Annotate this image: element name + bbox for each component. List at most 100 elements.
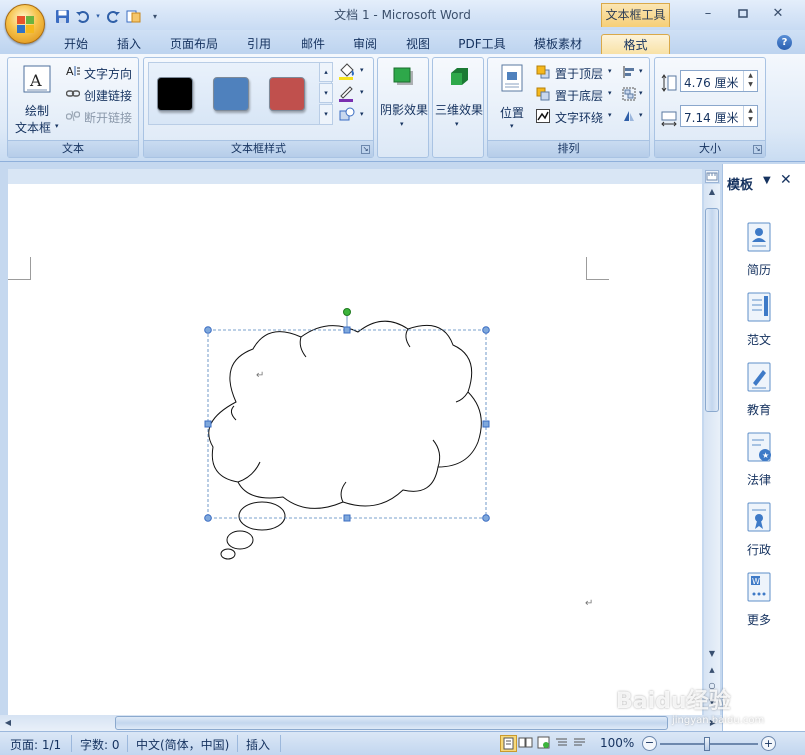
pane-item-sample[interactable]: 范文 <box>723 292 795 348</box>
horizontal-scroll-thumb[interactable] <box>115 716 668 730</box>
office-button[interactable] <box>5 4 45 44</box>
pane-header: 模板 ▼ ✕ <box>723 164 805 198</box>
horizontal-scrollbar[interactable]: ◀ ▶ <box>0 715 722 731</box>
resize-handle-top[interactable] <box>343 326 351 334</box>
bring-front-button[interactable]: 置于顶层 ▾ <box>536 63 616 82</box>
resize-handle-bottom[interactable] <box>343 514 351 522</box>
draw-textbox-button[interactable]: A 绘制 文本框 ▾ <box>11 62 63 135</box>
threed-effects-button[interactable]: 三维效果 ▾ <box>434 60 484 130</box>
chevron-down-icon: ▾ <box>510 122 514 130</box>
height-spinner[interactable]: ▲ ▼ <box>743 71 757 91</box>
position-button[interactable]: 位置 ▾ <box>491 62 533 132</box>
tab-insert[interactable]: 插入 <box>108 34 150 55</box>
text-group-label: 文本 <box>8 140 138 157</box>
resize-handle-right[interactable] <box>482 420 490 428</box>
resize-handle-bottom-left[interactable] <box>204 514 212 522</box>
group-button[interactable]: ▾ <box>620 85 648 104</box>
tab-view[interactable]: 视图 <box>397 34 439 55</box>
scroll-down-button[interactable]: ▼ <box>704 646 720 662</box>
pane-item-resume[interactable]: 简历 <box>723 222 795 278</box>
browse-object-button[interactable]: ○ <box>704 678 720 694</box>
shape-width-field[interactable]: 7.14 厘米 ▲ ▼ <box>680 105 758 127</box>
text-direction-button[interactable]: A 文字方向 <box>66 62 138 81</box>
help-button[interactable]: ? <box>777 35 792 50</box>
status-bar: 页面: 1/1 字数: 0 中文(简体，中国) 插入 100% − + <box>0 731 805 755</box>
tab-review[interactable]: 审阅 <box>344 34 386 55</box>
resize-handle-bottom-right[interactable] <box>482 514 490 522</box>
group-objects-icon <box>622 87 636 101</box>
zoom-out-button[interactable]: − <box>642 736 657 751</box>
change-shape-button[interactable]: ▾ <box>338 106 368 126</box>
pane-menu-dropdown[interactable]: ▼ <box>763 175 771 186</box>
tab-templates[interactable]: 模板素材 <box>527 34 589 55</box>
draft-view-button[interactable] <box>572 735 589 752</box>
web-layout-button[interactable] <box>536 735 553 752</box>
zoom-level[interactable]: 100% <box>600 736 634 750</box>
pane-item-admin[interactable]: 行政 <box>723 502 795 558</box>
gallery-expand[interactable]: ▾ <box>319 104 333 125</box>
vertical-scroll-thumb[interactable] <box>705 208 719 412</box>
zoom-slider-thumb[interactable] <box>704 737 710 751</box>
chevron-down-icon: ▾ <box>639 111 643 119</box>
vertical-scrollbar[interactable]: ▲ ▼ ▲ ○ ▼ <box>704 184 720 715</box>
arrange-group: 位置 ▾ 置于顶层 ▾ 置于底层 ▾ 文字环绕 ▾ ▾ ▾ ▾ 排列 <box>487 57 650 158</box>
cloud-outline <box>208 320 482 509</box>
shape-height-field[interactable]: 4.76 厘米 ▲ ▼ <box>680 70 758 92</box>
style-swatch-black[interactable] <box>157 77 193 111</box>
dialog-launcher[interactable]: ↘ <box>361 145 370 154</box>
align-button[interactable]: ▾ <box>620 63 648 82</box>
text-wrap-button[interactable]: 文字环绕 ▾ <box>536 107 616 126</box>
style-swatch-red[interactable] <box>269 77 305 111</box>
send-back-button[interactable]: 置于底层 ▾ <box>536 85 616 104</box>
rotate-button[interactable]: ▾ <box>620 107 648 126</box>
arrange-group-label: 排列 <box>488 140 649 157</box>
break-link-button[interactable]: 断开链接 <box>66 106 138 125</box>
close-button[interactable]: ✕ <box>763 3 793 23</box>
full-screen-reading-button[interactable] <box>518 735 535 752</box>
pane-item-education[interactable]: 教育 <box>723 362 795 418</box>
shadow-effects-button[interactable]: 阴影效果 ▾ <box>379 60 429 130</box>
shape-fill-button[interactable]: ▾ <box>338 62 368 82</box>
document-page[interactable]: ↵ ↵ <box>8 184 702 715</box>
pane-item-more[interactable]: W 更多 <box>723 572 795 628</box>
thought-bubble-shape[interactable]: ↵ <box>198 302 498 562</box>
previous-page-button[interactable]: ▲ <box>704 662 720 678</box>
pane-close-button[interactable]: ✕ <box>780 172 792 188</box>
rotate-icon <box>624 111 634 121</box>
print-layout-view-button[interactable] <box>500 735 517 752</box>
size-dialog-launcher[interactable]: ↘ <box>753 145 762 154</box>
resize-handle-left[interactable] <box>204 420 212 428</box>
insert-mode-indicator[interactable]: 插入 <box>246 736 270 753</box>
outline-view-button[interactable] <box>554 735 571 752</box>
resize-handle-top-right[interactable] <box>482 326 490 334</box>
chevron-down-icon: ▾ <box>608 111 612 119</box>
next-page-button[interactable]: ▼ <box>704 694 720 710</box>
page-count[interactable]: 页面: 1/1 <box>10 736 61 753</box>
tab-references[interactable]: 引用 <box>238 34 280 55</box>
shape-outline-button[interactable]: ▾ <box>338 84 368 104</box>
tab-format[interactable]: 格式 <box>601 34 670 55</box>
tab-mailings[interactable]: 邮件 <box>292 34 334 55</box>
view-ruler-button[interactable] <box>705 170 719 183</box>
resize-handle-top-left[interactable] <box>204 326 212 334</box>
rotate-handle[interactable] <box>343 308 351 316</box>
text-wrap-icon <box>536 109 550 123</box>
language-indicator[interactable]: 中文(简体，中国) <box>136 736 229 753</box>
width-spinner[interactable]: ▲ ▼ <box>743 106 757 126</box>
create-link-button[interactable]: 创建链接 <box>66 84 138 103</box>
tab-pdf-tools[interactable]: PDF工具 <box>450 34 514 55</box>
tab-home[interactable]: 开始 <box>55 34 97 55</box>
scroll-up-button[interactable]: ▲ <box>704 184 720 200</box>
minimize-button[interactable]: – <box>693 3 723 23</box>
pane-item-law[interactable]: ★ 法律 <box>723 432 795 488</box>
gallery-scroll-down[interactable]: ▾ <box>319 83 333 103</box>
zoom-in-button[interactable]: + <box>761 736 776 751</box>
scroll-right-button[interactable]: ▶ <box>705 715 721 731</box>
tab-page-layout[interactable]: 页面布局 <box>164 34 224 55</box>
send-back-icon <box>536 87 550 101</box>
gallery-scroll-up[interactable]: ▴ <box>319 62 333 82</box>
style-swatch-blue[interactable] <box>213 77 249 111</box>
maximize-button[interactable] <box>728 3 758 23</box>
word-count[interactable]: 字数: 0 <box>80 736 120 753</box>
scroll-left-button[interactable]: ◀ <box>0 715 16 731</box>
